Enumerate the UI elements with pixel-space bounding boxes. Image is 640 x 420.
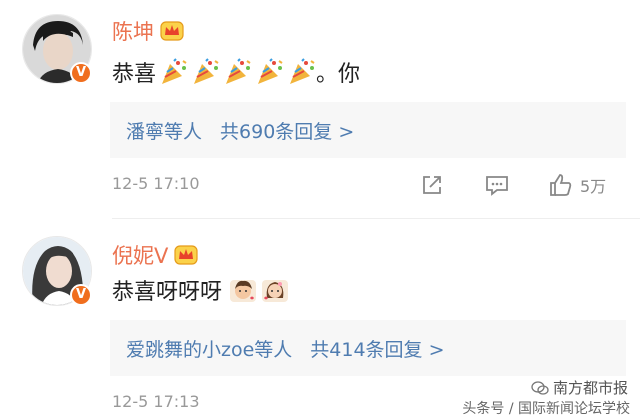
- comment-text: 恭喜 。你: [112, 56, 360, 88]
- wechat-logo-icon: [531, 380, 549, 395]
- reply-users[interactable]: 爱跳舞的小zoe等人: [126, 335, 292, 362]
- comment-author[interactable]: 陈坤: [112, 16, 184, 46]
- comment-time: 12-5 17:13: [112, 392, 200, 411]
- comment-text-prefix: 恭喜: [112, 62, 157, 87]
- couple-girl-icon: [260, 276, 290, 304]
- reply-count[interactable]: 共414条回复 >: [310, 335, 444, 362]
- comment-item: V 陈坤 恭喜 。你 潘寧等人 共690条回复 > 12-5 17:10 5万: [0, 0, 640, 219]
- reply-summary-link[interactable]: 潘寧等人 共690条回复 >: [110, 102, 626, 158]
- thumbs-up-icon: [550, 174, 572, 196]
- comment-text-prefix: 恭喜呀呀呀: [112, 280, 223, 305]
- author-name[interactable]: 陈坤: [112, 16, 154, 46]
- author-name[interactable]: 倪妮V: [112, 240, 168, 270]
- comment-author[interactable]: 倪妮V: [112, 240, 198, 270]
- crown-icon: [174, 244, 198, 266]
- comment-text: 恭喜呀呀呀: [112, 274, 290, 306]
- party-popper-icon: [158, 58, 188, 86]
- watermark-text: 头条号 / 国际新闻论坛学校: [462, 401, 630, 417]
- verified-badge-icon: V: [70, 62, 92, 84]
- reply-users[interactable]: 潘寧等人: [126, 117, 202, 144]
- comment-text-suffix: 。你: [316, 62, 361, 87]
- like-button[interactable]: 5万: [548, 172, 606, 198]
- like-count: 5万: [580, 177, 607, 196]
- reply-summary-link[interactable]: 爱跳舞的小zoe等人 共414条回复 >: [110, 320, 626, 376]
- watermark-brand: 南方都市报: [531, 377, 628, 398]
- watermark-brand-text: 南方都市报: [552, 379, 628, 397]
- couple-boy-icon: [228, 276, 258, 304]
- comment-time: 12-5 17:10: [112, 174, 200, 193]
- watermark: 头条号 / 国际新闻论坛学校: [462, 398, 630, 418]
- verified-badge-icon: V: [70, 284, 92, 306]
- crown-icon: [160, 20, 184, 42]
- divider: [112, 218, 640, 219]
- party-popper-icon: [254, 58, 284, 86]
- comment-icon: [486, 176, 508, 196]
- share-icon: [423, 176, 441, 194]
- reply-count[interactable]: 共690条回复 >: [220, 117, 354, 144]
- comment-meta: 12-5 17:10 5万: [112, 168, 632, 202]
- party-popper-icon: [190, 58, 220, 86]
- share-button[interactable]: [420, 172, 444, 198]
- party-popper-icon: [286, 58, 316, 86]
- party-popper-icon: [222, 58, 252, 86]
- comment-button[interactable]: [484, 172, 510, 198]
